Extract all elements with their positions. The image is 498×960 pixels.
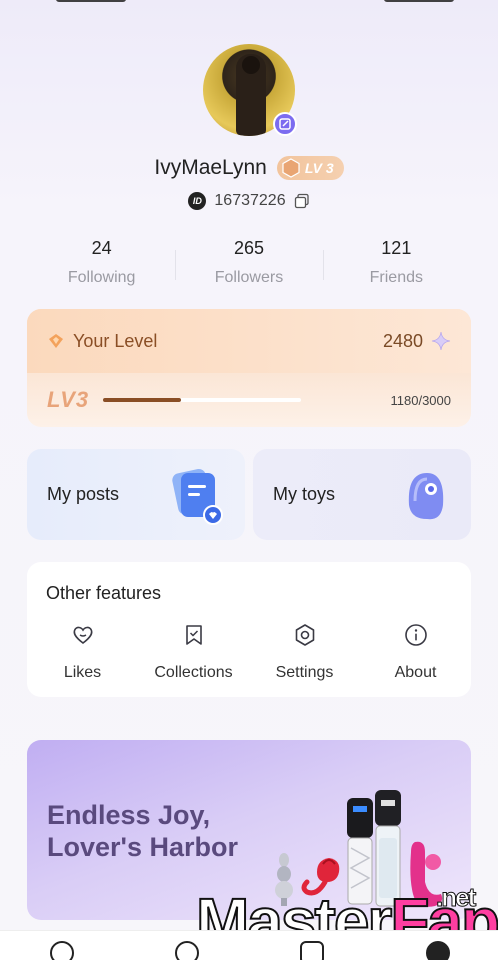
- level-title: Your Level: [73, 330, 158, 351]
- name-row: IvyMaeLynn LV 3: [0, 156, 498, 180]
- stat-value: 265: [233, 238, 265, 258]
- feature-about[interactable]: About: [360, 622, 471, 682]
- toys-icon: [397, 465, 451, 525]
- level-progress-row: LV3 1180/3000: [27, 373, 471, 427]
- stat-following[interactable]: 24 Following: [28, 238, 175, 294]
- feature-label: Collections: [154, 664, 233, 681]
- level-badge[interactable]: LV 3: [276, 156, 344, 180]
- level-points: 2480: [382, 330, 423, 351]
- level-card[interactable]: Your Level 2480 LV3 1180/3000: [27, 309, 471, 427]
- copy-icon[interactable]: [294, 193, 310, 209]
- info-icon: [403, 622, 429, 648]
- features-row: Likes Collections Settings About: [27, 622, 471, 682]
- stat-label: Friends: [369, 269, 423, 286]
- diamond-icon: [49, 334, 63, 348]
- explore-nav-icon[interactable]: [175, 941, 199, 960]
- settings-icon: [292, 622, 318, 648]
- id-icon: ID: [188, 192, 207, 210]
- level-progress-bar: [103, 398, 302, 402]
- stat-friends[interactable]: 121 Friends: [322, 238, 470, 294]
- sparkle-icon: [431, 331, 451, 351]
- stat-value: 24: [91, 238, 112, 258]
- level-badge-label: LV 3: [304, 160, 334, 176]
- username: IvyMaeLynn: [154, 156, 267, 179]
- avatar-container[interactable]: [203, 44, 297, 136]
- profile-nav-icon[interactable]: [426, 941, 450, 960]
- level-progress-fill: [103, 398, 181, 402]
- other-features-card: Other features Likes Collections Setting…: [27, 562, 471, 697]
- posts-icon: [171, 465, 225, 525]
- toys-nav-icon[interactable]: [300, 941, 324, 960]
- stat-followers[interactable]: 265 Followers: [175, 238, 322, 294]
- feature-likes[interactable]: Likes: [27, 622, 138, 682]
- user-id: 16737226: [214, 192, 286, 209]
- my-posts-label: My posts: [47, 484, 120, 504]
- status-right: [384, 0, 454, 2]
- level-hexagon-icon: [282, 158, 300, 178]
- banner-line-1: Endless Joy,: [47, 800, 211, 830]
- my-toys-tile[interactable]: My toys: [253, 449, 471, 540]
- banner-line-2: Lover's Harbor: [47, 832, 238, 862]
- feature-label: Likes: [63, 664, 102, 681]
- other-features-title: Other features: [46, 583, 162, 603]
- stats-row: 24 Following 265 Followers 121 Friends: [28, 238, 470, 294]
- bookmark-icon: [181, 622, 207, 648]
- feature-label: About: [394, 664, 437, 681]
- level-label: LV3: [47, 387, 90, 412]
- status-left: [56, 0, 126, 2]
- feature-collections[interactable]: Collections: [138, 622, 249, 682]
- status-bar: [0, 0, 498, 8]
- heart-icon: [70, 622, 96, 648]
- feature-settings[interactable]: Settings: [249, 622, 360, 682]
- user-id-row: ID 16737226: [0, 192, 498, 210]
- my-posts-tile[interactable]: My posts: [27, 449, 245, 540]
- level-progress-text: 1180/3000: [390, 392, 452, 408]
- watermark-tld: .net: [435, 882, 476, 913]
- my-toys-label: My toys: [273, 484, 336, 504]
- home-nav-icon[interactable]: [50, 941, 74, 960]
- edit-icon[interactable]: [273, 112, 297, 136]
- level-card-header: Your Level 2480: [27, 309, 471, 373]
- stat-label: Followers: [214, 269, 284, 286]
- avatar-head: [242, 56, 260, 74]
- bottom-nav: [0, 930, 498, 960]
- stat-label: Following: [67, 269, 136, 286]
- feature-label: Settings: [275, 664, 334, 681]
- stat-value: 121: [381, 238, 412, 258]
